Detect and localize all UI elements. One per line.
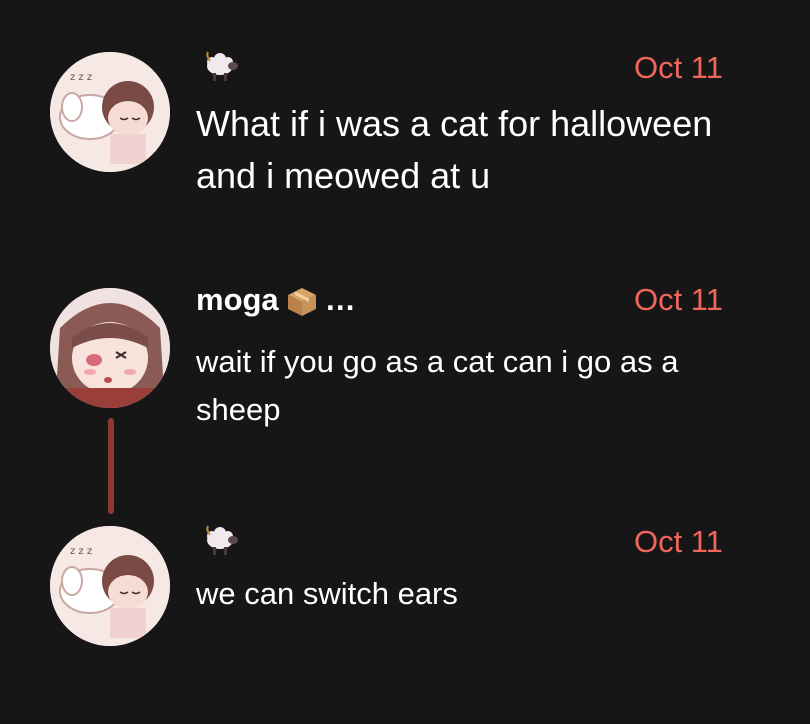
avatar[interactable]: z z z: [50, 52, 170, 172]
author-name: moga: [196, 282, 279, 317]
post-body: we can switch ears: [196, 576, 458, 611]
sleeping-girl-avatar-icon: z z z: [50, 52, 170, 172]
svg-text:z z z: z z z: [70, 546, 92, 557]
sheep-icon: [200, 48, 240, 84]
post-date: Oct 11: [633, 50, 723, 85]
sheep-icon: [200, 522, 240, 558]
avatar[interactable]: [50, 288, 170, 408]
avatar[interactable]: z z z: [50, 526, 170, 646]
post-date: Oct 11: [633, 282, 723, 317]
author-truncation: …: [324, 282, 356, 317]
post-body: wait if you go as a cat can i go as a sh…: [196, 344, 679, 427]
post-author[interactable]: moga …: [196, 282, 356, 319]
post-date: Oct 11: [633, 524, 723, 559]
svg-text:z z z: z z z: [70, 72, 92, 83]
sleeping-girl-avatar-icon: z z z: [50, 526, 170, 646]
post-body: What if i was a cat for halloween and i …: [196, 103, 713, 196]
thread-connector: [108, 418, 114, 514]
anime-girl-avatar-icon: [50, 288, 170, 408]
package-icon: [287, 287, 316, 316]
conversation-thread: z z z Oct 11 What if i was a cat for hal…: [0, 0, 810, 724]
